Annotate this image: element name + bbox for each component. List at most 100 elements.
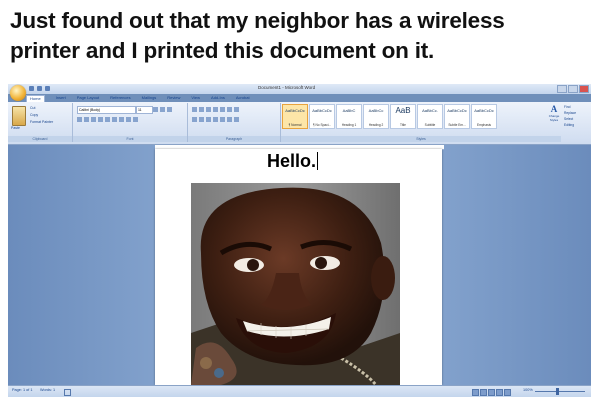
subscript-icon[interactable] <box>105 117 110 122</box>
font-style-buttons <box>77 117 138 122</box>
inserted-photo[interactable] <box>191 183 400 385</box>
tab-acrobat[interactable]: Acrobat <box>236 95 250 102</box>
tab-home[interactable]: Home <box>26 95 45 102</box>
align-center-icon[interactable] <box>199 117 204 122</box>
numbering-icon[interactable] <box>199 107 204 112</box>
sort-icon[interactable] <box>227 107 232 112</box>
style-sample: AaBbCc. <box>422 108 438 113</box>
style-heading-2[interactable]: AaBbCc Heading 2 <box>363 104 389 129</box>
align-right-icon[interactable] <box>206 117 211 122</box>
change-styles-label: Change Styles <box>548 114 560 122</box>
change-styles-icon: A <box>550 104 558 114</box>
paste-icon[interactable] <box>12 106 26 126</box>
clipboard-group: Paste Cut Copy Format Painter Clipboard <box>8 103 73 142</box>
highlight-icon[interactable] <box>126 117 131 122</box>
full-screen-reading-icon[interactable] <box>480 389 487 396</box>
style-sample: AaBbC <box>342 108 356 113</box>
style-sample: AaB <box>395 106 411 115</box>
word-count[interactable]: Words: 1 <box>40 388 55 392</box>
show-marks-icon[interactable] <box>234 107 239 112</box>
justify-icon[interactable] <box>213 117 218 122</box>
close-button[interactable] <box>579 85 589 93</box>
web-layout-icon[interactable] <box>488 389 495 396</box>
page-count[interactable]: Page: 1 of 1 <box>12 388 32 392</box>
tab-view[interactable]: View <box>191 95 200 102</box>
font-group: Calibri (Body) 11 Font <box>73 103 188 142</box>
tab-references[interactable]: References <box>110 95 130 102</box>
draft-icon[interactable] <box>504 389 511 396</box>
document-page[interactable]: Hello. <box>155 149 442 385</box>
style-no-spacing[interactable]: AaBbCcDc ¶ No Spaci... <box>309 104 335 129</box>
format-painter-button[interactable]: Format Painter <box>30 120 53 124</box>
style-sample: AaBbCcDc <box>447 108 467 113</box>
status-bar: Page: 1 of 1 Words: 1 100% <box>8 385 591 397</box>
style-subtitle[interactable]: AaBbCc. Subtitle <box>417 104 443 129</box>
ribbon-tabs: Home Insert Page Layout References Maili… <box>26 95 250 102</box>
zoom-slider-thumb[interactable] <box>556 388 559 395</box>
strikethrough-icon[interactable] <box>98 117 103 122</box>
style-name: Emphasis <box>477 123 491 127</box>
align-left-icon[interactable] <box>192 117 197 122</box>
face-photo-illustration <box>191 183 400 385</box>
cut-button[interactable]: Cut <box>30 106 35 110</box>
caption: Just found out that my neighbor has a wi… <box>10 6 595 66</box>
underline-icon[interactable] <box>91 117 96 122</box>
change-styles-button[interactable]: A Change Styles <box>547 104 561 122</box>
outline-icon[interactable] <box>496 389 503 396</box>
style-emphasis[interactable]: AaBbCcDc Emphasis <box>471 104 497 129</box>
redo-icon[interactable] <box>45 86 50 91</box>
tab-page-layout[interactable]: Page Layout <box>77 95 99 102</box>
increase-indent-icon[interactable] <box>220 107 225 112</box>
zoom-level[interactable]: 100% <box>523 388 533 392</box>
change-case-icon[interactable] <box>119 117 124 122</box>
style-heading-1[interactable]: AaBbC Heading 1 <box>336 104 362 129</box>
text-cursor <box>317 152 319 170</box>
decrease-indent-icon[interactable] <box>213 107 218 112</box>
multilevel-list-icon[interactable] <box>206 107 211 112</box>
bullets-icon[interactable] <box>192 107 197 112</box>
style-name: Subtle Em... <box>448 123 466 127</box>
style-title[interactable]: AaB Title <box>390 104 416 129</box>
paste-label[interactable]: Paste <box>11 126 20 130</box>
font-group-label: Font <box>73 136 187 142</box>
style-name: Heading 1 <box>341 123 357 127</box>
shrink-font-icon[interactable] <box>160 107 165 112</box>
proofing-icon[interactable] <box>64 389 71 396</box>
zoom-slider-track[interactable] <box>535 391 585 392</box>
tab-add-ins[interactable]: Add-Ins <box>211 95 225 102</box>
document-text[interactable]: Hello. <box>267 151 319 172</box>
office-button[interactable] <box>10 85 26 101</box>
borders-icon[interactable] <box>234 117 239 122</box>
clear-format-icon[interactable] <box>167 107 172 112</box>
italic-icon[interactable] <box>84 117 89 122</box>
font-color-icon[interactable] <box>133 117 138 122</box>
line-spacing-icon[interactable] <box>220 117 225 122</box>
list-buttons <box>192 107 239 112</box>
paragraph-group: Paragraph <box>188 103 281 142</box>
grow-font-icon[interactable] <box>153 107 158 112</box>
style-subtle-emphasis[interactable]: AaBbCcDc Subtle Em... <box>444 104 470 129</box>
font-size-buttons <box>153 107 172 112</box>
font-name-select[interactable]: Calibri (Body) <box>77 106 136 114</box>
print-layout-icon[interactable] <box>472 389 479 396</box>
ribbon: Paste Cut Copy Format Painter Clipboard … <box>8 102 591 145</box>
copy-button[interactable]: Copy <box>30 113 38 117</box>
style-normal[interactable]: AaBbCcDc ¶ Normal <box>282 104 308 129</box>
tab-insert[interactable]: Insert <box>56 95 66 102</box>
style-sample: AaBbCcDc <box>285 108 305 113</box>
minimize-button[interactable] <box>557 85 567 93</box>
style-sample: AaBbCcDc <box>312 108 332 113</box>
bold-icon[interactable] <box>77 117 82 122</box>
save-icon[interactable] <box>29 86 34 91</box>
tab-mailings[interactable]: Mailings <box>142 95 157 102</box>
word-window: Document1 - Microsoft Word Home Insert P… <box>8 84 591 397</box>
superscript-icon[interactable] <box>112 117 117 122</box>
maximize-button[interactable] <box>568 85 578 93</box>
document-text-value: Hello. <box>267 151 317 171</box>
style-name: Subtitle <box>424 123 436 127</box>
font-size-select[interactable]: 11 <box>136 106 153 114</box>
shading-icon[interactable] <box>227 117 232 122</box>
quick-access-toolbar <box>29 86 50 91</box>
tab-review[interactable]: Review <box>167 95 180 102</box>
undo-icon[interactable] <box>37 86 42 91</box>
